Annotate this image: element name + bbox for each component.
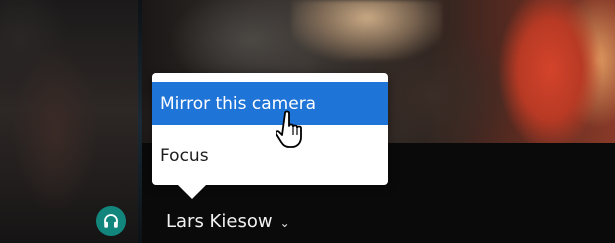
- headset-glyph: [104, 214, 118, 228]
- chevron-down-icon: ⌄: [279, 215, 290, 230]
- hand-pointer-icon: [276, 110, 302, 148]
- participant-name: Lars Kiesow: [166, 210, 273, 232]
- video-tile-left[interactable]: [0, 0, 142, 243]
- menu-item-label: Focus: [160, 145, 209, 166]
- menu-item-focus[interactable]: Focus: [152, 134, 388, 177]
- camera-feed-highlight: [292, 0, 442, 60]
- participant-name-button[interactable]: Lars Kiesow ⌄: [166, 207, 290, 235]
- video-grid: Lars Kiesow ⌄ Mirror this camera Focus: [0, 0, 615, 243]
- headset-icon: [96, 206, 126, 236]
- participant-context-menu: Mirror this camera Focus: [152, 73, 388, 199]
- menu-item-mirror-camera[interactable]: Mirror this camera: [152, 82, 388, 125]
